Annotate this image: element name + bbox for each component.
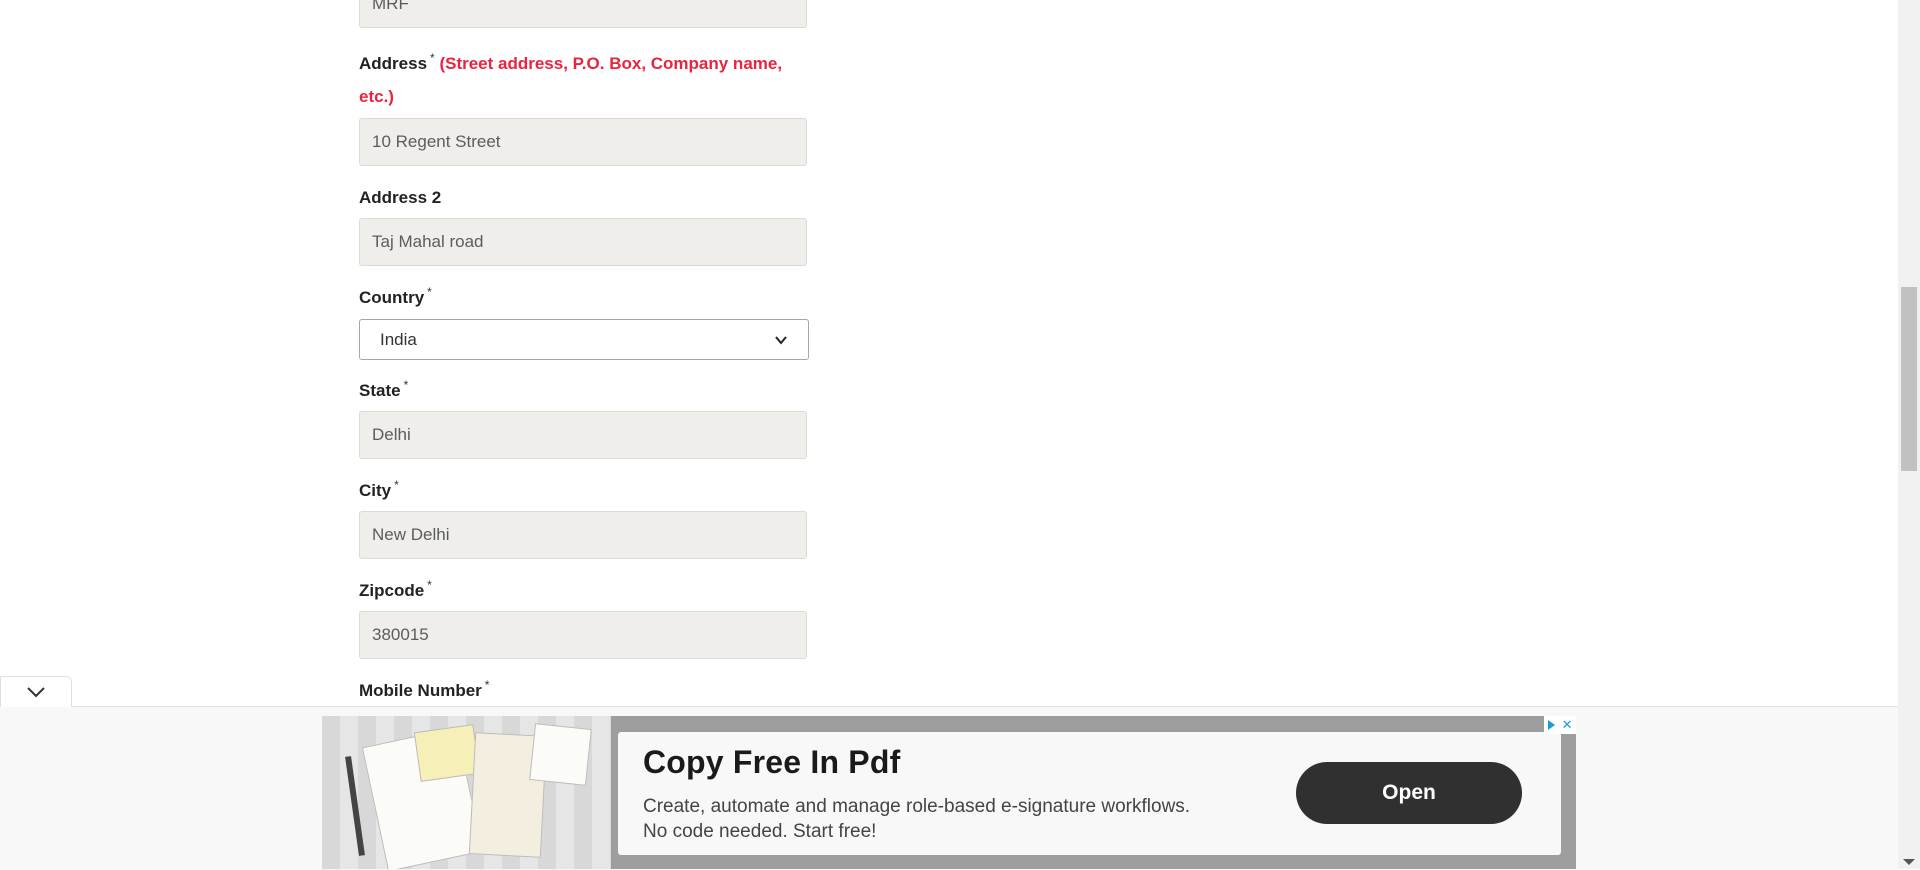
- country-select[interactable]: India: [359, 319, 809, 360]
- required-marker: *: [427, 285, 432, 299]
- required-marker: *: [403, 378, 409, 392]
- address-label-text: Address: [359, 54, 428, 73]
- company-input[interactable]: MRF: [359, 0, 807, 28]
- close-icon[interactable]: ✕: [1562, 717, 1573, 733]
- scroll-down-arrow-icon[interactable]: [1903, 859, 1915, 865]
- country-label: Country *: [359, 285, 432, 308]
- country-selected: India: [380, 329, 417, 349]
- required-marker: *: [427, 578, 432, 592]
- ad-banner[interactable]: Copy Free In Pdf Create, automate and ma…: [322, 716, 1576, 869]
- state-label-text: State: [359, 381, 401, 400]
- city-label: City *: [359, 478, 399, 501]
- address-value: 10 Regent Street: [372, 132, 501, 151]
- address2-label-text: Address 2: [359, 188, 442, 207]
- zipcode-label: Zipcode *: [359, 578, 432, 601]
- state-value: Delhi: [372, 425, 411, 444]
- mobile-label: Mobile Number *: [359, 678, 490, 701]
- ad-image-card: [529, 723, 592, 786]
- city-label-text: City: [359, 481, 392, 500]
- zipcode-value: 380015: [372, 625, 429, 644]
- mobile-label-text: Mobile Number: [359, 681, 482, 700]
- ad-title[interactable]: Copy Free In Pdf: [643, 744, 900, 781]
- address2-value: Taj Mahal road: [372, 232, 484, 251]
- state-input[interactable]: Delhi: [359, 411, 807, 459]
- zipcode-input[interactable]: 380015: [359, 611, 807, 659]
- ad-collapse-button[interactable]: [0, 676, 72, 707]
- address-input[interactable]: 10 Regent Street: [359, 118, 807, 166]
- scrollbar-thumb[interactable]: [1901, 287, 1917, 471]
- city-input[interactable]: New Delhi: [359, 511, 807, 559]
- address2-input[interactable]: Taj Mahal road: [359, 218, 807, 266]
- country-label-text: Country: [359, 288, 425, 307]
- page-scrollbar[interactable]: [1898, 0, 1920, 869]
- ad-image: [322, 716, 611, 869]
- address2-label: Address 2: [359, 188, 441, 208]
- required-marker: *: [430, 51, 435, 65]
- city-value: New Delhi: [372, 525, 450, 544]
- required-marker: *: [484, 678, 490, 692]
- ad-description-line: No code needed. Start free!: [643, 821, 877, 842]
- chevron-down-icon: [775, 335, 787, 345]
- address-label: Address * (Street address, P.O. Box, Comp…: [359, 48, 809, 112]
- state-label: State *: [359, 378, 409, 401]
- chevron-down-icon: [27, 687, 45, 698]
- ad-badges: ✕: [1544, 716, 1576, 734]
- company-value: MRF: [372, 0, 409, 13]
- ad-card[interactable]: Copy Free In Pdf Create, automate and ma…: [618, 732, 1561, 855]
- ad-description-line: Create, automate and manage role-based e…: [643, 796, 1191, 817]
- ad-image-pen: [345, 756, 365, 856]
- ad-description: Create, automate and manage role-based e…: [643, 794, 1283, 844]
- zipcode-label-text: Zipcode: [359, 581, 425, 600]
- ad-open-button[interactable]: Open: [1296, 762, 1522, 824]
- ad-image-note: [413, 724, 481, 782]
- adchoices-icon[interactable]: [1547, 720, 1555, 730]
- required-marker: *: [394, 478, 399, 492]
